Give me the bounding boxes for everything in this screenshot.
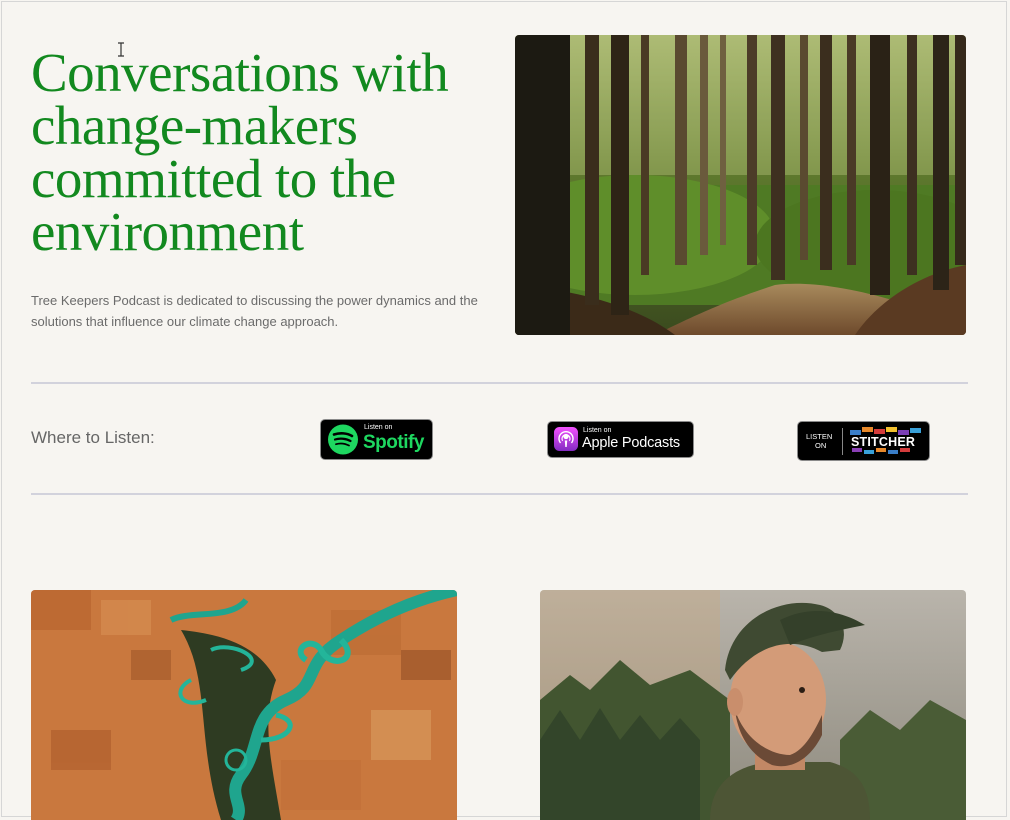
stitcher-badge-small-line1: LISTEN (806, 432, 833, 441)
apple-badge-name: Apple Podcasts (582, 435, 680, 451)
stitcher-badge-link[interactable]: LISTEN ON STITCHER (797, 421, 930, 461)
stitcher-badge-name: STITCHER (851, 435, 916, 449)
stitcher-badge-small-line2: ON (815, 441, 827, 450)
spotify-badge-link[interactable]: Listen on Spotify (320, 419, 433, 460)
apple-badge-small-text: Listen on (583, 427, 612, 434)
hero-description: Tree Keepers Podcast is dedicated to dis… (31, 293, 478, 329)
divider-bottom (31, 493, 968, 495)
hero-title: Conversations with change-makers committ… (31, 42, 449, 262)
forest-image (515, 35, 966, 335)
host-portrait-image[interactable] (540, 590, 966, 820)
stitcher-badge-separator (842, 428, 843, 455)
river-satellite-image[interactable] (31, 590, 457, 820)
apple-podcasts-badge-link[interactable]: Listen on Apple Podcasts (547, 421, 694, 458)
spotify-badge-name: Spotify (363, 432, 424, 453)
text-cursor-icon (118, 42, 124, 57)
divider-top (31, 382, 968, 384)
where-to-listen-label: Where to Listen: (31, 428, 155, 447)
spotify-badge-small-text: Listen on (364, 424, 393, 431)
